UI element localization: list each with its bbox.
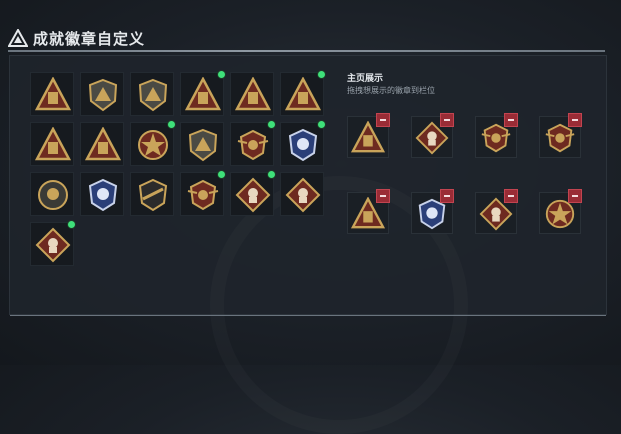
remove-badge-button[interactable] [504, 189, 518, 203]
remove-badge-button[interactable] [440, 113, 454, 127]
showcase-slot[interactable] [539, 113, 582, 158]
showcase-slot[interactable] [539, 189, 582, 234]
badge-item[interactable] [180, 122, 224, 166]
new-badge-dot [317, 70, 326, 79]
badge-item[interactable] [30, 122, 74, 166]
soldier-running-badge-icon [35, 227, 71, 263]
remove-badge-button[interactable] [568, 113, 582, 127]
jet-fighter-badge-icon [138, 78, 168, 112]
badge-item[interactable] [280, 120, 326, 166]
showcase-slot[interactable] [411, 189, 454, 234]
badge-item[interactable] [180, 170, 226, 216]
remove-badge-button[interactable] [376, 113, 390, 127]
skull-circle-badge-icon [38, 180, 68, 210]
triangle-soldiers-badge-icon [85, 127, 121, 161]
crest-blue-badge-icon [288, 128, 318, 162]
star-crossed-guns-badge-icon [138, 130, 168, 160]
triangle-gun-badge-icon [35, 127, 71, 161]
badge-item[interactable] [230, 170, 276, 216]
new-badge-dot [217, 170, 226, 179]
badge-item[interactable] [30, 220, 76, 266]
new-badge-dot [67, 220, 76, 229]
triangle-logo-icon [8, 29, 28, 47]
showcase-title: 主页展示 [347, 74, 384, 84]
header-divider [8, 50, 605, 52]
badge-item[interactable] [80, 122, 124, 166]
soldier-diamond-dark-badge-icon [285, 177, 321, 213]
remove-badge-button[interactable] [504, 113, 518, 127]
badge-item[interactable] [130, 72, 174, 116]
winged-crest-badge-icon [187, 179, 219, 211]
bullet-badge-icon [235, 77, 271, 111]
badge-item[interactable] [80, 172, 124, 216]
showcase-subtitle: 拖拽想展示的徽章到栏位 [347, 86, 435, 95]
new-badge-dot [167, 120, 176, 129]
new-badge-dot [267, 170, 276, 179]
ammo-crate-badge-icon [285, 77, 321, 111]
badge-item[interactable] [80, 72, 124, 116]
blue-shield-rifle-badge-icon [88, 178, 118, 212]
helicopter-badge-icon [88, 78, 118, 112]
showcase-slot[interactable] [411, 113, 454, 158]
badge-item[interactable] [230, 72, 274, 116]
shield-triangle-badge-icon [35, 77, 71, 111]
badge-item[interactable] [280, 70, 326, 116]
remove-badge-button[interactable] [376, 189, 390, 203]
page-header: 成就徽章自定义 [8, 27, 145, 49]
badge-item[interactable] [30, 172, 74, 216]
showcase-slot[interactable] [475, 189, 518, 234]
cross-shield-gold-badge-icon [237, 129, 269, 161]
badge-item[interactable] [280, 172, 324, 216]
new-badge-dot [217, 70, 226, 79]
badge-item[interactable] [230, 120, 276, 166]
new-badge-dot [267, 120, 276, 129]
hexagon-crest-badge-icon [188, 128, 218, 162]
remove-badge-button[interactable] [568, 189, 582, 203]
soldier-diamond-badge-icon [235, 177, 271, 213]
showcase-slot[interactable] [475, 113, 518, 158]
ammo-box-badge-icon [185, 77, 221, 111]
rifle-shield-badge-icon [138, 178, 168, 212]
page-title: 成就徽章自定义 [33, 29, 146, 48]
badge-item[interactable] [130, 172, 174, 216]
showcase-slot[interactable] [347, 189, 390, 234]
badge-item[interactable] [130, 120, 176, 166]
badge-item[interactable] [30, 72, 74, 116]
badge-panel: 主页展示 拖拽想展示的徽章到栏位 [9, 55, 607, 316]
remove-badge-button[interactable] [440, 189, 454, 203]
badge-item[interactable] [180, 70, 226, 116]
new-badge-dot [317, 120, 326, 129]
showcase-slot[interactable] [347, 113, 390, 158]
